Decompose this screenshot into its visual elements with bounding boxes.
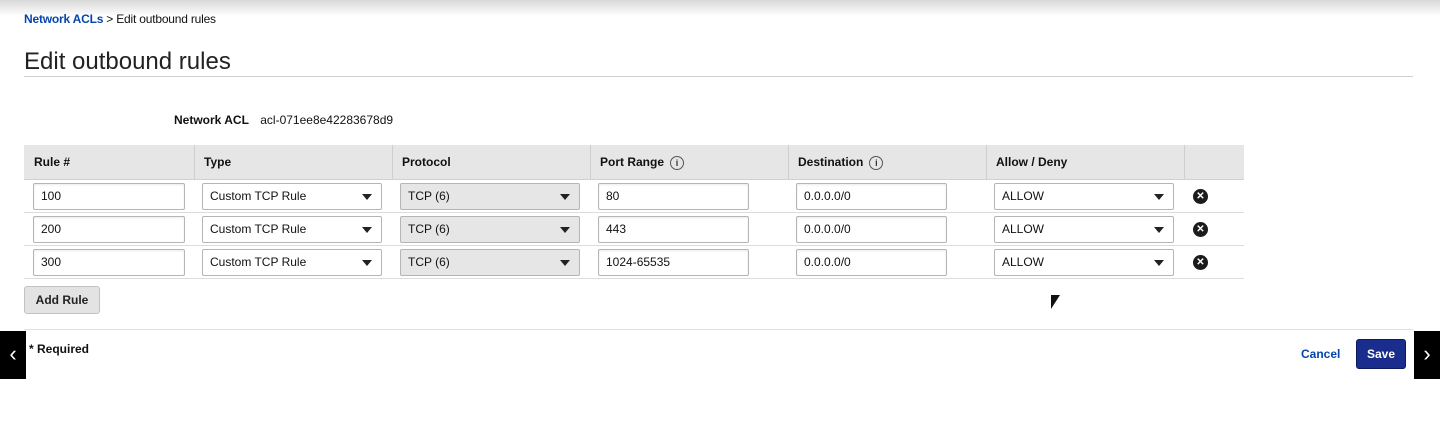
protocol-select[interactable]: TCP (6)	[400, 183, 580, 210]
protocol-select-value: TCP (6)	[408, 222, 450, 236]
protocol-select-value: TCP (6)	[408, 255, 450, 269]
header-rule-number: Rule #	[24, 145, 194, 180]
allow-deny-cell: ALLOW	[994, 183, 1174, 210]
type-select[interactable]: Custom TCP Rule	[202, 183, 382, 210]
type-cell: Custom TCP Rule	[202, 183, 382, 210]
required-note: * Required	[29, 342, 90, 356]
rule-number-cell: 100	[33, 183, 185, 210]
allow-deny-cell: ALLOW	[994, 249, 1174, 276]
rule-number-cell: 200	[33, 216, 185, 243]
table-row: 200 Custom TCP Rule TCP (6) 443 0.0.0.0/…	[24, 213, 1244, 246]
remove-rule-icon[interactable]: ✕	[1193, 222, 1208, 237]
header-rule-number-label: Rule #	[34, 155, 71, 169]
allow-deny-select-value: ALLOW	[1002, 222, 1045, 236]
chevron-down-icon	[1154, 227, 1164, 233]
allow-deny-select[interactable]: ALLOW	[994, 183, 1174, 210]
destination-input[interactable]: 0.0.0.0/0	[796, 216, 947, 243]
chevron-down-icon	[1154, 194, 1164, 200]
destination-input[interactable]: 0.0.0.0/0	[796, 183, 947, 210]
chevron-down-icon	[362, 227, 372, 233]
port-range-cell: 1024-65535	[598, 249, 749, 276]
port-range-input[interactable]: 443	[598, 216, 749, 243]
breadcrumb-current: Edit outbound rules	[116, 12, 216, 26]
protocol-cell: TCP (6)	[400, 183, 580, 210]
header-port-range: Port Range i	[590, 145, 788, 180]
type-select-value: Custom TCP Rule	[210, 222, 307, 236]
protocol-select[interactable]: TCP (6)	[400, 216, 580, 243]
allow-deny-select-value: ALLOW	[1002, 255, 1045, 269]
type-select[interactable]: Custom TCP Rule	[202, 249, 382, 276]
protocol-cell: TCP (6)	[400, 249, 580, 276]
cancel-button[interactable]: Cancel	[1301, 347, 1340, 361]
breadcrumb: Network ACLs > Edit outbound rules	[24, 12, 216, 26]
chevron-down-icon	[1154, 260, 1164, 266]
rule-number-input[interactable]: 100	[33, 183, 185, 210]
header-protocol: Protocol	[392, 145, 590, 180]
previous-slide-chevron-left-icon[interactable]: ‹	[0, 331, 26, 379]
network-acl-id: acl-071ee8e42283678d9	[260, 113, 394, 127]
edit-outbound-rules-page: Network ACLs > Edit outbound rules Edit …	[0, 0, 1440, 423]
header-actions	[1184, 145, 1244, 180]
destination-cell: 0.0.0.0/0	[796, 183, 947, 210]
header-destination: Destination i	[788, 145, 986, 180]
top-shadow	[0, 0, 1440, 16]
network-acl-info: Network ACL acl-071ee8e42283678d9	[174, 113, 393, 127]
type-select-value: Custom TCP Rule	[210, 189, 307, 203]
allow-deny-select-value: ALLOW	[1002, 189, 1045, 203]
destination-input[interactable]: 0.0.0.0/0	[796, 249, 947, 276]
add-rule-button[interactable]: Add Rule	[24, 286, 100, 314]
rules-table-header: Rule # Type Protocol Port Range i Destina…	[24, 145, 1244, 180]
protocol-select-value: TCP (6)	[408, 189, 450, 203]
title-divider	[24, 76, 1413, 77]
header-protocol-label: Protocol	[402, 155, 451, 169]
network-acl-label: Network ACL	[174, 113, 249, 127]
allow-deny-cell: ALLOW	[994, 216, 1174, 243]
breadcrumb-separator: >	[103, 12, 117, 26]
footer-divider	[24, 329, 1413, 330]
header-destination-label: Destination	[798, 155, 864, 169]
remove-rule-icon[interactable]: ✕	[1193, 255, 1208, 270]
rule-number-cell: 300	[33, 249, 185, 276]
mouse-pointer-icon	[1051, 295, 1060, 309]
chevron-down-icon	[362, 194, 372, 200]
save-button[interactable]: Save	[1356, 339, 1406, 369]
protocol-cell: TCP (6)	[400, 216, 580, 243]
port-range-cell: 443	[598, 216, 749, 243]
remove-rule-icon[interactable]: ✕	[1193, 189, 1208, 204]
chevron-down-icon	[560, 194, 570, 200]
next-slide-chevron-right-icon[interactable]: ›	[1414, 331, 1440, 379]
destination-cell: 0.0.0.0/0	[796, 216, 947, 243]
table-row: 300 Custom TCP Rule TCP (6) 1024-65535 0…	[24, 246, 1244, 279]
breadcrumb-network-acls-link[interactable]: Network ACLs	[24, 12, 103, 26]
header-type: Type	[194, 145, 392, 180]
allow-deny-select[interactable]: ALLOW	[994, 249, 1174, 276]
port-range-input[interactable]: 1024-65535	[598, 249, 749, 276]
allow-deny-select[interactable]: ALLOW	[994, 216, 1174, 243]
table-row: 100 Custom TCP Rule TCP (6) 80 0.0.0.0/0…	[24, 180, 1244, 213]
page-title: Edit outbound rules	[24, 48, 231, 75]
chevron-down-icon	[362, 260, 372, 266]
rule-number-input[interactable]: 200	[33, 216, 185, 243]
header-allow-deny: Allow / Deny	[986, 145, 1184, 180]
chevron-down-icon	[560, 227, 570, 233]
type-select[interactable]: Custom TCP Rule	[202, 216, 382, 243]
header-type-label: Type	[204, 155, 232, 169]
destination-cell: 0.0.0.0/0	[796, 249, 947, 276]
protocol-select[interactable]: TCP (6)	[400, 249, 580, 276]
port-range-input[interactable]: 80	[598, 183, 749, 210]
type-cell: Custom TCP Rule	[202, 216, 382, 243]
info-icon[interactable]: i	[869, 155, 884, 170]
header-allow-deny-label: Allow / Deny	[996, 155, 1068, 169]
header-port-range-label: Port Range	[600, 155, 665, 169]
type-cell: Custom TCP Rule	[202, 249, 382, 276]
rules-table: Rule # Type Protocol Port Range i Destina…	[24, 145, 1244, 279]
info-icon[interactable]: i	[670, 155, 685, 170]
rule-number-input[interactable]: 300	[33, 249, 185, 276]
port-range-cell: 80	[598, 183, 749, 210]
type-select-value: Custom TCP Rule	[210, 255, 307, 269]
chevron-down-icon	[560, 260, 570, 266]
